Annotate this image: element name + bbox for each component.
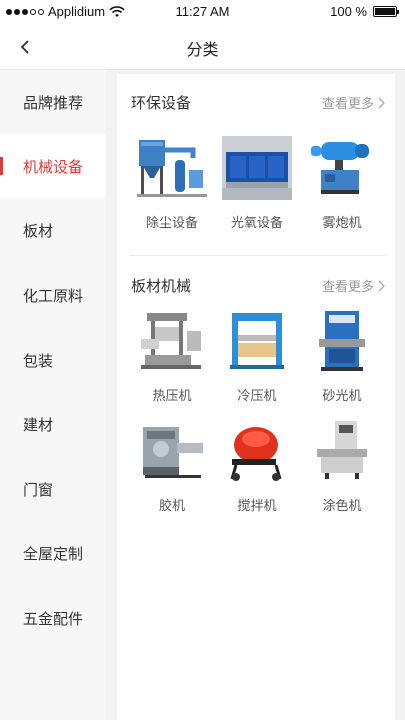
product-item[interactable]: 雾炮机 — [299, 136, 385, 246]
hot-press-image — [137, 309, 207, 373]
sidebar-item-label: 包装 — [23, 352, 54, 370]
product-item[interactable]: 砂光机 — [299, 309, 385, 419]
product-label: 砂光机 — [322, 388, 362, 403]
chevron-right-icon — [378, 280, 385, 291]
status-right: 100 % — [330, 4, 399, 19]
sidebar-item-board[interactable]: 板材 — [0, 198, 106, 262]
section-divider — [129, 255, 385, 256]
sidebar-item-label: 品牌推荐 — [23, 94, 84, 112]
section-board-machinery: 板材机械 查看更多 热压机 冷压机 砂光机 胶机 搅拌机 涂色机 — [129, 261, 385, 513]
product-label: 冷压机 — [237, 388, 277, 403]
fog-cannon-image — [307, 136, 377, 200]
sidebar-item-building[interactable]: 建材 — [0, 392, 106, 456]
product-label: 热压机 — [152, 388, 192, 403]
sander-image — [307, 309, 377, 373]
sidebar-item-machinery[interactable]: 机械设备 — [0, 134, 106, 198]
view-more-link[interactable]: 查看更多 — [322, 276, 385, 295]
sidebar-item-brand[interactable]: 品牌推荐 — [0, 70, 106, 134]
sidebar-item-label: 机械设备 — [23, 158, 84, 176]
product-label: 除尘设备 — [145, 215, 198, 230]
battery-percent: 100 % — [330, 4, 367, 19]
category-sidebar: 品牌推荐 机械设备 板材 化工原料 包装 建材 门窗 全屋定制 五金配件 — [0, 70, 106, 720]
product-label: 搅拌机 — [237, 498, 277, 513]
section-header: 板材机械 查看更多 — [129, 261, 385, 301]
product-item[interactable]: 涂色机 — [299, 419, 385, 529]
sidebar-item-label: 五金配件 — [23, 610, 84, 628]
battery-icon — [373, 6, 399, 17]
product-item[interactable]: 搅拌机 — [214, 419, 300, 529]
mixer-image — [222, 419, 292, 483]
glue-machine-image — [137, 419, 207, 483]
product-item[interactable]: 热压机 — [129, 309, 215, 419]
product-label: 胶机 — [158, 498, 185, 513]
sidebar-item-label: 板材 — [23, 222, 54, 240]
product-label: 雾炮机 — [322, 215, 362, 230]
category-content: 环保设备 查看更多 除尘设备 光氧设备 雾炮机 板材机械 查看更多 热压机 冷压… — [117, 74, 395, 720]
view-more-label: 查看更多 — [321, 279, 374, 294]
product-item[interactable]: 除尘设备 — [129, 136, 215, 246]
sidebar-item-label: 门窗 — [23, 481, 54, 499]
product-item[interactable]: 冷压机 — [214, 309, 300, 419]
dust-collector-image — [137, 136, 207, 200]
photo-oxygen-device-image — [222, 136, 292, 200]
sidebar-item-label: 建材 — [23, 416, 54, 434]
page-title: 分类 — [186, 42, 219, 59]
section-environmental: 环保设备 查看更多 除尘设备 光氧设备 雾炮机 — [129, 78, 385, 230]
sidebar-item-label: 全屋定制 — [23, 545, 84, 563]
status-bar: Applidium 11:27 AM 100 % — [0, 0, 405, 24]
sidebar-item-doors[interactable]: 门窗 — [0, 457, 106, 521]
nav-bar: 分类 — [0, 24, 405, 70]
sidebar-item-label: 化工原料 — [23, 287, 84, 305]
sidebar-item-packaging[interactable]: 包装 — [0, 328, 106, 392]
product-item[interactable]: 光氧设备 — [214, 136, 300, 246]
sidebar-item-chemical[interactable]: 化工原料 — [0, 263, 106, 327]
chevron-right-icon — [378, 97, 385, 108]
view-more-link[interactable]: 查看更多 — [322, 93, 385, 112]
view-more-label: 查看更多 — [321, 96, 374, 111]
sidebar-item-custom[interactable]: 全屋定制 — [0, 521, 106, 585]
product-label: 光氧设备 — [230, 215, 283, 230]
cold-press-image — [222, 309, 292, 373]
coating-machine-image — [307, 419, 377, 483]
product-label: 涂色机 — [322, 498, 362, 513]
section-header: 环保设备 查看更多 — [129, 78, 385, 118]
sidebar-item-hardware[interactable]: 五金配件 — [0, 586, 106, 650]
section-title: 板材机械 — [131, 278, 192, 295]
section-title: 环保设备 — [131, 95, 192, 112]
product-item[interactable]: 胶机 — [129, 419, 215, 529]
